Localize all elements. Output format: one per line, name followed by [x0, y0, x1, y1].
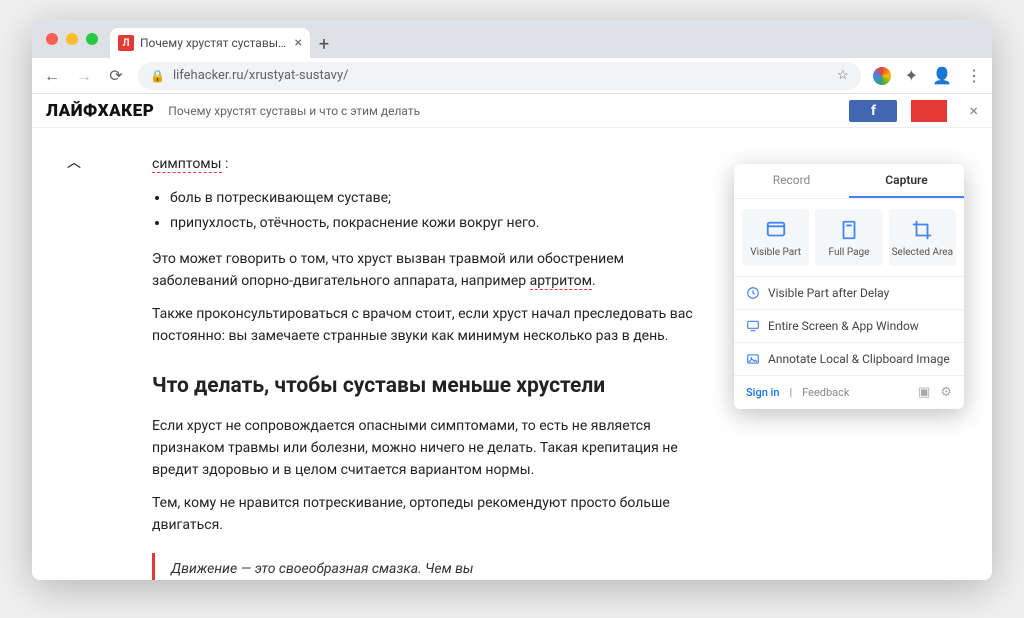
symptom-list: боль в потрескивающем суставе; припухлос… [170, 188, 712, 235]
crop-icon [911, 219, 933, 241]
browser-tab[interactable]: Л Почему хрустят суставы и чт × [110, 28, 310, 58]
list-item: боль в потрескивающем суставе; [170, 188, 712, 210]
toolbar: ← → ⟳ 🔒 lifehacker.ru/xrustyat-sustavy/ … [32, 58, 992, 94]
feedback-link[interactable]: Feedback [802, 386, 849, 399]
back-button[interactable]: ← [42, 66, 62, 86]
blockquote: Движение — это своеобразная смазка. Чем … [152, 553, 552, 580]
capture-full-page-button[interactable]: Full Page [815, 209, 882, 266]
browser-icon [765, 219, 787, 241]
image-icon [746, 352, 760, 366]
menu-button[interactable]: ⋮ [966, 66, 982, 85]
paragraph: Тем, кому не нравится потрескивание, орт… [152, 493, 712, 536]
highlighted-word[interactable]: симптомы [152, 156, 222, 173]
paragraph: Также проконсультироваться с врачом стои… [152, 304, 712, 347]
sign-in-link[interactable]: Sign in [746, 386, 779, 399]
capture-selected-area-button[interactable]: Selected Area [889, 209, 956, 266]
tab-title: Почему хрустят суставы и чт [140, 36, 289, 50]
close-window-button[interactable] [46, 33, 58, 45]
article-body: симптомы : боль в потрескивающем суставе… [152, 128, 712, 580]
settings-icon[interactable]: ⚙ [940, 385, 952, 400]
tab-record[interactable]: Record [734, 164, 849, 198]
window-controls [46, 33, 98, 45]
favicon: Л [118, 35, 134, 51]
site-logo[interactable]: ЛАЙФХАКЕР [46, 101, 154, 121]
forward-button[interactable]: → [74, 66, 94, 86]
reload-button[interactable]: ⟳ [106, 66, 126, 85]
monitor-icon [746, 319, 760, 333]
intro-line: симптомы : [152, 154, 712, 176]
star-icon[interactable]: ☆ [837, 68, 849, 83]
tab-strip: Л Почему хрустят суставы и чт × + [32, 20, 992, 58]
capture-mode-row: Visible Part Full Page Selected Area [734, 199, 964, 276]
minimize-window-button[interactable] [66, 33, 78, 45]
capture-entire-screen-button[interactable]: Entire Screen & App Window [734, 309, 964, 342]
page: ЛАЙФХАКЕР Почему хрустят суставы и что с… [32, 94, 992, 580]
section-heading: Что делать, чтобы суставы меньше хрустел… [152, 370, 712, 403]
profile-button[interactable]: 👤 [932, 66, 952, 85]
site-header: ЛАЙФХАКЕР Почему хрустят суставы и что с… [32, 94, 992, 128]
extension-icon[interactable] [873, 67, 891, 85]
inline-link[interactable]: артритом [530, 273, 592, 290]
popup-tabs: Record Capture [734, 164, 964, 199]
url-text: lifehacker.ru/xrustyat-sustavy/ [173, 68, 349, 83]
list-item: припухлость, отёчность, покраснение кожи… [170, 213, 712, 235]
maximize-window-button[interactable] [86, 33, 98, 45]
close-icon[interactable]: × [969, 101, 978, 120]
address-bar[interactable]: 🔒 lifehacker.ru/xrustyat-sustavy/ ☆ [138, 62, 861, 90]
popup-footer: Sign in | Feedback ▣ ⚙ [734, 375, 964, 409]
browser-window: Л Почему хрустят суставы и чт × + ← → ⟳ … [32, 20, 992, 580]
share-button-red[interactable] [911, 100, 947, 122]
capture-visible-part-button[interactable]: Visible Part [742, 209, 809, 266]
page-icon [838, 219, 860, 241]
paragraph: Если хруст не сопровождается опасными си… [152, 416, 712, 481]
lock-icon: 🔒 [150, 69, 165, 83]
tab-capture[interactable]: Capture [849, 164, 964, 198]
pip-icon[interactable]: ▣ [918, 385, 930, 400]
clock-icon [746, 286, 760, 300]
extensions-button[interactable]: ✦ [905, 66, 918, 85]
new-tab-button[interactable]: + [310, 30, 338, 58]
paragraph: Это может говорить о том, что хруст вызв… [152, 249, 712, 292]
capture-after-delay-button[interactable]: Visible Part after Delay [734, 276, 964, 309]
facebook-share-button[interactable]: f [849, 100, 897, 122]
toolbar-right: ✦ 👤 ⋮ [873, 66, 982, 85]
breadcrumb: Почему хрустят суставы и что с этим дела… [168, 104, 420, 118]
divider: | [789, 386, 792, 399]
annotate-image-button[interactable]: Annotate Local & Clipboard Image [734, 342, 964, 375]
tab-close-button[interactable]: × [295, 35, 302, 51]
scroll-to-top-button[interactable]: ︿ [62, 150, 86, 174]
extension-popup: Record Capture Visible Part Full Page Se… [734, 164, 964, 409]
